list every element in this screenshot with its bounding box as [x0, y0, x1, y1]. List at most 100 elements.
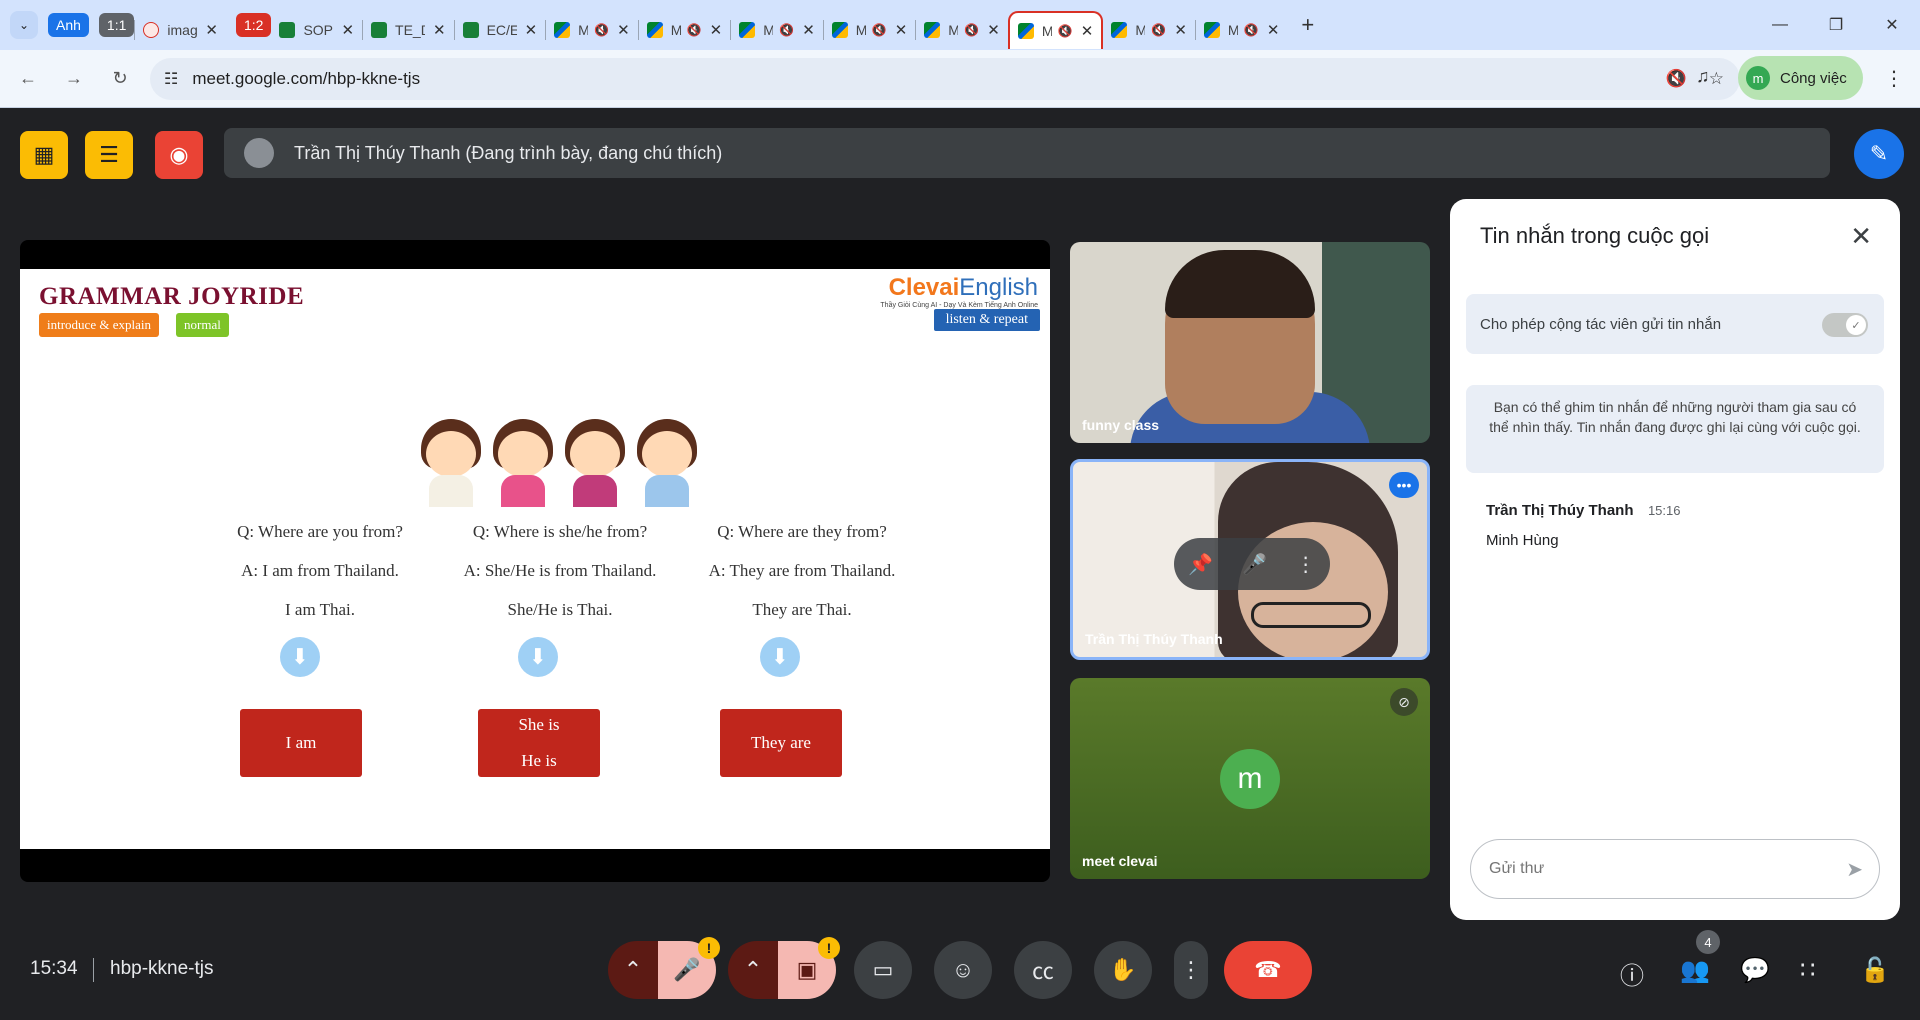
close-tab-icon[interactable]: ✕	[341, 21, 354, 39]
browser-menu-icon[interactable]: ⋮	[1884, 66, 1904, 91]
restore-icon[interactable]: ❐	[1808, 15, 1864, 35]
close-tab-icon[interactable]: ✕	[802, 21, 815, 39]
participant-tile[interactable]: ⊘ m meet clevai	[1070, 678, 1430, 879]
url-text[interactable]: meet.google.com/hbp-kkne-tjs	[192, 69, 420, 89]
browser-tab[interactable]: M 🔇 ✕	[1196, 11, 1288, 49]
tab-group-chip[interactable]: 1:2	[235, 13, 272, 37]
sheets-icon	[371, 22, 388, 38]
back-arrow-icon[interactable]: ←	[10, 61, 46, 97]
captions-icon[interactable]: ㏄	[1014, 941, 1072, 999]
down-arrow-icon: ⬇	[518, 637, 558, 677]
host-controls-icon[interactable]: ▦	[20, 131, 68, 179]
more-options-icon[interactable]: ⋮	[1174, 941, 1208, 999]
meet-icon	[1017, 23, 1034, 39]
tab-title: M	[1227, 22, 1238, 38]
browser-tab[interactable]: M 🔇 ✕	[1103, 11, 1195, 49]
muted-audio-icon[interactable]: 🔇	[1244, 23, 1259, 37]
muted-audio-icon[interactable]: 🔇	[779, 23, 794, 37]
participant-name: funny class	[1082, 417, 1160, 433]
close-window-icon[interactable]: ✕	[1864, 15, 1920, 35]
annotate-pen-icon[interactable]: ✎	[1854, 129, 1904, 179]
recording-icon[interactable]: ◉	[155, 131, 203, 179]
breakout-rooms-icon[interactable]: ☰	[85, 131, 133, 179]
close-tab-icon[interactable]: ✕	[1081, 22, 1094, 40]
message-text: Minh Hùng	[1486, 532, 1559, 549]
raise-hand-icon[interactable]: ✋	[1094, 941, 1152, 999]
muted-audio-icon[interactable]: 🔇	[872, 23, 887, 37]
browser-tab-active[interactable]: M 🔇 ✕	[1007, 11, 1104, 49]
audio-options-chevron-icon[interactable]: ⌃	[608, 941, 658, 999]
browser-tab[interactable]: SOP ✕	[271, 11, 362, 49]
slide-tag-introduce: introduce & explain	[39, 313, 159, 337]
emoji-reaction-icon[interactable]: ☺	[934, 941, 992, 999]
tile-hover-controls: 📌 🎤 ⋮	[1174, 538, 1330, 590]
muted-audio-icon[interactable]: 🔇	[687, 23, 702, 37]
send-icon[interactable]: ➤	[1846, 857, 1863, 882]
close-tab-icon[interactable]: ✕	[710, 21, 723, 39]
tab-search-chevron-icon[interactable]: ⌄	[10, 11, 38, 39]
pin-icon[interactable]: 📌	[1188, 552, 1213, 577]
message-sender: Trần Thị Thúy Thanh	[1486, 502, 1634, 519]
browser-tab[interactable]: M 🔇 ✕	[731, 11, 823, 49]
muted-audio-icon[interactable]: 🔇	[964, 23, 979, 37]
address-bar[interactable]: ☷ meet.google.com/hbp-kkne-tjs 🔇 ☆	[150, 58, 1740, 100]
more-options-icon[interactable]: ⋮	[1296, 552, 1316, 577]
browser-tab[interactable]: M 🔇 ✕	[546, 11, 638, 49]
down-arrow-icon: ⬇	[760, 637, 800, 677]
browser-tab[interactable]: M 🔇 ✕	[824, 11, 916, 49]
muted-audio-icon[interactable]: 🔇	[594, 23, 609, 37]
meeting-info-icon[interactable]: ⓘ	[1620, 956, 1644, 991]
presenter-avatar	[244, 138, 274, 168]
message-input[interactable]	[1489, 860, 1809, 878]
present-screen-icon[interactable]: ▭	[854, 941, 912, 999]
tab-group-chip[interactable]: 1:1	[98, 13, 135, 37]
browser-tab[interactable]: imag ✕	[135, 11, 226, 49]
allow-messages-row: Cho phép cộng tác viên gửi tin nhắn ✓	[1466, 294, 1884, 354]
leave-call-icon[interactable]: ☎	[1224, 941, 1312, 999]
participant-tile[interactable]: funny class	[1070, 242, 1430, 443]
close-tab-icon[interactable]: ✕	[895, 21, 908, 39]
close-tab-icon[interactable]: ✕	[617, 21, 630, 39]
message-composer: ➤	[1470, 839, 1880, 899]
children-illustration	[415, 419, 703, 507]
host-lock-icon[interactable]: 🔓	[1860, 956, 1890, 985]
reload-icon[interactable]: ↻	[102, 61, 138, 97]
browser-tab[interactable]: M 🔇 ✕	[639, 11, 731, 49]
site-settings-icon[interactable]: ☷	[164, 69, 178, 89]
minimize-icon[interactable]: —	[1752, 16, 1808, 34]
close-tab-icon[interactable]: ✕	[205, 21, 218, 39]
bookmark-star-icon[interactable]: ☆	[1709, 69, 1724, 89]
forward-arrow-icon[interactable]: →	[56, 61, 92, 97]
chat-icon[interactable]: 💬	[1740, 956, 1770, 985]
close-tab-icon[interactable]: ✕	[525, 21, 538, 39]
new-tab-plus-icon[interactable]: +	[1301, 12, 1314, 38]
listen-repeat-label: listen & repeat	[933, 309, 1040, 331]
video-options-chevron-icon[interactable]: ⌃	[728, 941, 778, 999]
mic-warning-icon: !	[698, 937, 720, 959]
tab-title: TE_D	[395, 22, 425, 38]
profile-button[interactable]: m Công việc	[1738, 56, 1863, 100]
close-tab-icon[interactable]: ✕	[1174, 21, 1187, 39]
meeting-clock: 15:34	[30, 958, 78, 979]
more-dots-icon[interactable]: •••	[1389, 472, 1419, 498]
muted-audio-icon[interactable]: 🔇	[1058, 24, 1073, 38]
close-icon[interactable]: ✕	[1850, 221, 1872, 252]
participant-tile[interactable]: 📌 🎤 ⋮ ••• Trần Thị Thúy Thanh	[1070, 459, 1430, 660]
microphone-icon[interactable]: 🎤	[1242, 552, 1267, 577]
close-tab-icon[interactable]: ✕	[987, 21, 1000, 39]
meet-icon	[554, 22, 571, 38]
people-icon[interactable]: 👥	[1680, 956, 1710, 985]
muted-audio-icon[interactable]: 🔇	[1151, 23, 1166, 37]
activities-grid-icon[interactable]: ∷	[1800, 956, 1815, 985]
browser-tab[interactable]: TE_D ✕	[363, 11, 454, 49]
browser-tab[interactable]: EC/E ✕	[455, 11, 546, 49]
browser-tab[interactable]: M 🔇 ✕	[916, 11, 1008, 49]
media-control-icon[interactable]: ♫	[1696, 66, 1710, 87]
muted-site-icon[interactable]: 🔇	[1666, 69, 1687, 89]
browser-toolbar: ← → ↻ ☷ meet.google.com/hbp-kkne-tjs 🔇 ☆…	[0, 50, 1920, 108]
close-tab-icon[interactable]: ✕	[1267, 21, 1280, 39]
tab-group-chip[interactable]: Anh	[48, 13, 89, 37]
close-tab-icon[interactable]: ✕	[433, 21, 446, 39]
grammar-column-you: Q: Where are you from? A: I am from Thai…	[237, 522, 403, 619]
allow-messages-toggle[interactable]: ✓	[1822, 313, 1868, 337]
